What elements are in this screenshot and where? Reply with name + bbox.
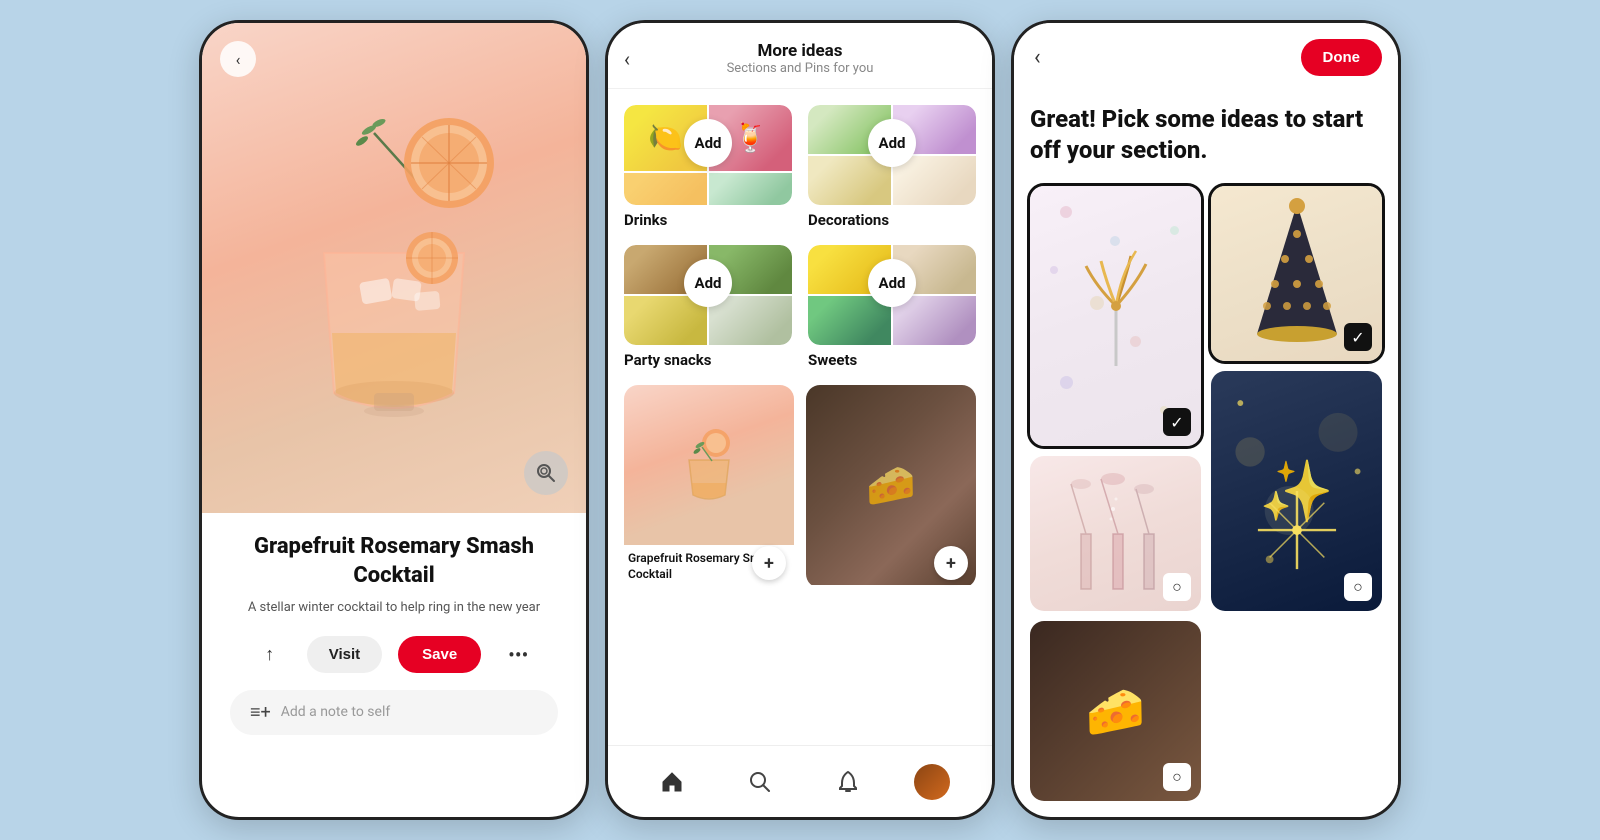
idea-card-sparkle[interactable]: ✨ <box>1211 371 1382 611</box>
avatar-nav-button[interactable] <box>914 764 950 800</box>
header-title: More ideas <box>727 41 874 61</box>
header-subtitle: Sections and Pins for you <box>727 61 874 76</box>
check-sparkle: ○ <box>1344 573 1372 601</box>
cheese-icon: 🧀 <box>866 462 916 509</box>
share-button[interactable]: ↑ <box>249 634 291 676</box>
back-button[interactable]: ‹ <box>1030 41 1045 74</box>
screens-container: ‹ <box>0 0 1600 840</box>
bell-nav-button[interactable] <box>826 760 870 804</box>
selected-check-hat: ✓ <box>1344 323 1372 351</box>
note-area[interactable]: ≡+ Add a note to self <box>230 690 558 735</box>
sections-grid: 🍋 🍹 Add Drinks <box>624 105 976 369</box>
party-snacks-label: Party snacks <box>624 351 792 369</box>
screen2-more-ideas: ‹ More ideas Sections and Pins for you 🍋… <box>605 20 995 820</box>
add-decorations-button[interactable]: Add <box>868 119 916 167</box>
selected-check-confetti: ✓ <box>1163 408 1191 436</box>
sections-content: 🍋 🍹 Add Drinks <box>608 89 992 753</box>
check-cheese: ○ <box>1163 763 1191 791</box>
confetti-stick-image <box>1030 186 1201 446</box>
ideas-col-left: ✓ <box>1030 186 1201 801</box>
confetti-stick-decoration <box>1030 186 1201 446</box>
screen2-header: ‹ More ideas Sections and Pins for you <box>608 23 992 89</box>
search-nav-button[interactable] <box>738 760 782 804</box>
sweet-thumb-4 <box>893 296 976 345</box>
pin-description: A stellar winter cocktail to help ring i… <box>226 598 562 618</box>
visit-button[interactable]: Visit <box>307 636 382 673</box>
screen3-title: Great! Pick some ideas to start off your… <box>1030 104 1382 166</box>
pin-cards-row: + Grapefruit Rosemary Smash Cocktail 🧀 + <box>624 385 976 588</box>
home-nav-button[interactable] <box>650 760 694 804</box>
screen3-header: ‹ Done <box>1014 23 1398 88</box>
cocktail-illustration <box>254 53 534 473</box>
lens-button[interactable] <box>524 451 568 495</box>
back-button[interactable]: ‹ <box>220 41 256 77</box>
section-item-party-snacks: Add Party snacks <box>624 245 792 369</box>
bottom-navigation <box>608 745 992 817</box>
ideas-grid: ✓ <box>1030 186 1382 801</box>
pin-title: Grapefruit Rosemary Smash Cocktail <box>226 533 562 590</box>
note-icon: ≡+ <box>250 702 271 723</box>
snack-thumb-4 <box>709 296 792 345</box>
note-placeholder: Add a note to self <box>281 704 391 720</box>
idea-card-champagne[interactable]: ○ <box>1030 456 1201 611</box>
add-party-snacks-button[interactable]: Add <box>684 259 732 307</box>
pin-add-cheese[interactable]: + <box>934 546 968 580</box>
done-button[interactable]: Done <box>1301 39 1383 76</box>
pin-image-area: ‹ <box>202 23 586 513</box>
screen1-pin-detail: ‹ <box>199 20 589 820</box>
save-button[interactable]: Save <box>398 636 481 673</box>
back-button[interactable]: ‹ <box>624 47 630 71</box>
pin-actions: ↑ Visit Save ••• <box>226 634 562 676</box>
ideas-col-right: ✓ ✨ <box>1211 186 1382 801</box>
drink-thumb-4 <box>709 173 792 206</box>
add-drinks-button[interactable]: Add <box>684 119 732 167</box>
pin-info: Grapefruit Rosemary Smash Cocktail A ste… <box>202 513 586 747</box>
idea-card-confetti-stick[interactable]: ✓ <box>1030 186 1201 446</box>
screen3-content: Great! Pick some ideas to start off your… <box>1014 88 1398 812</box>
idea-card-party-hat[interactable]: ✓ <box>1211 186 1382 361</box>
deco-thumb-4 <box>893 156 976 205</box>
pin-add-cocktail[interactable]: + <box>752 546 786 580</box>
section-item-decorations: Add Decorations <box>808 105 976 229</box>
sweets-label: Sweets <box>808 351 976 369</box>
decorations-label: Decorations <box>808 211 976 229</box>
pin-card-cheese[interactable]: 🧀 + <box>806 385 976 588</box>
drinks-label: Drinks <box>624 211 792 229</box>
idea-card-cheese[interactable]: 🧀 ○ <box>1030 621 1201 801</box>
pin-card-cocktail[interactable]: + Grapefruit Rosemary Smash Cocktail <box>624 385 794 588</box>
drink-thumb-3 <box>624 173 707 206</box>
screen3-pick-ideas: ‹ Done Great! Pick some ideas to start o… <box>1011 20 1401 820</box>
more-button[interactable]: ••• <box>497 634 539 676</box>
section-item-drinks: 🍋 🍹 Add Drinks <box>624 105 792 229</box>
check-champagne: ○ <box>1163 573 1191 601</box>
section-item-sweets: Add Sweets <box>808 245 976 369</box>
header-text: More ideas Sections and Pins for you <box>727 41 874 76</box>
cocktail-pin-image <box>624 385 794 545</box>
cocktail-mini-svg <box>674 415 744 515</box>
add-sweets-button[interactable]: Add <box>868 259 916 307</box>
